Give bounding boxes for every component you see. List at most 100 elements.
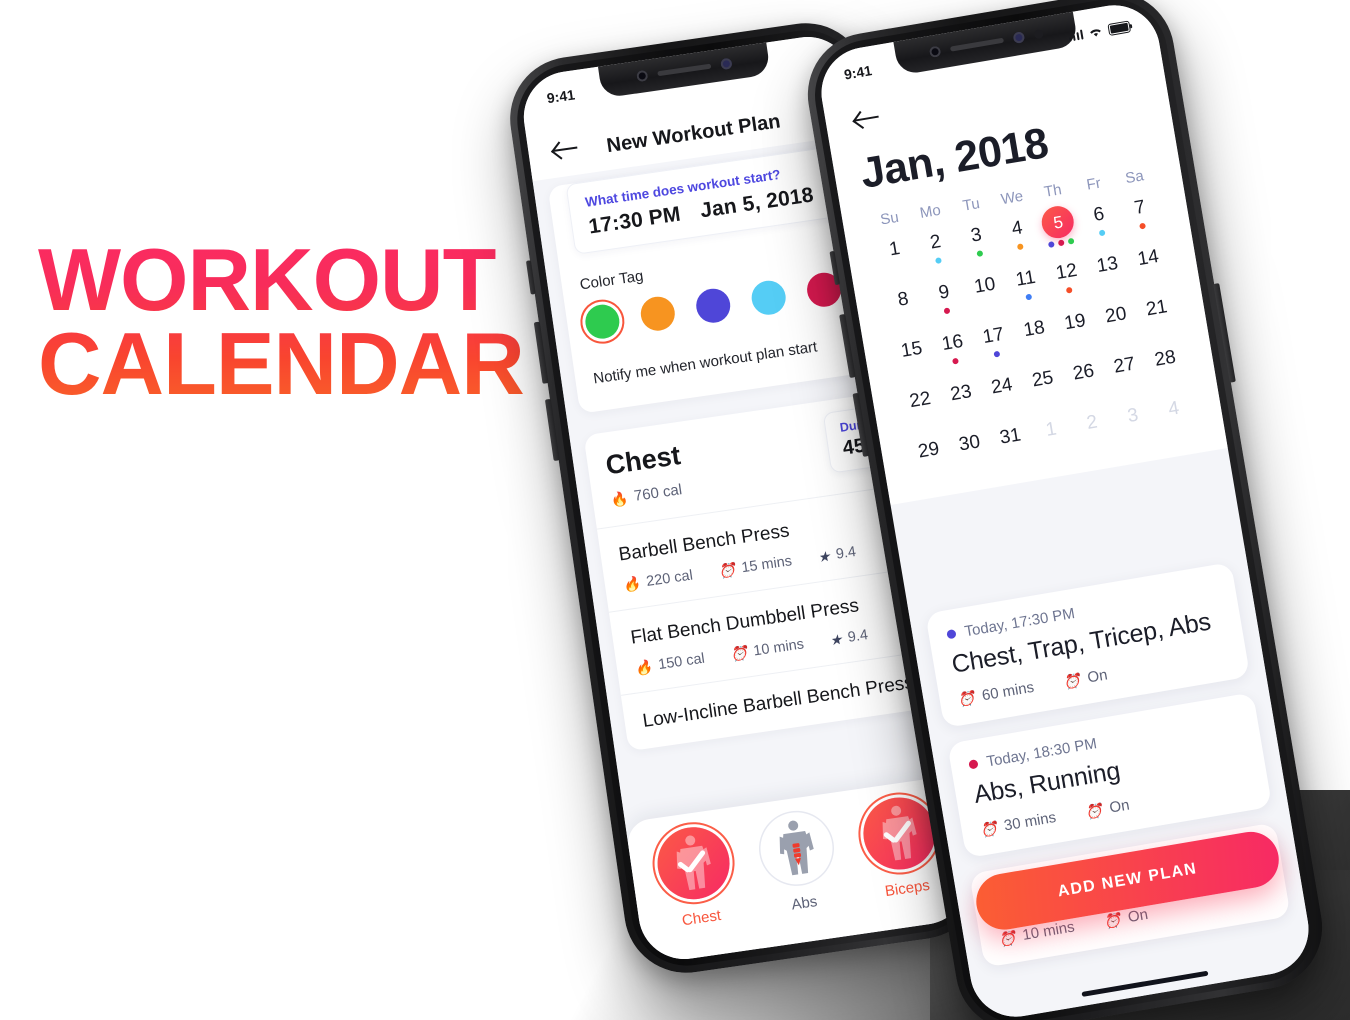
calendar-event-dot (935, 256, 942, 264)
group-name: Chest (603, 440, 683, 481)
calendar-day-number: 2 (1085, 411, 1100, 434)
day-header: Su (879, 208, 900, 229)
tab-chest[interactable]: Chest (645, 821, 751, 962)
back-arrow-icon[interactable] (548, 132, 582, 166)
back-arrow-icon[interactable] (849, 101, 884, 136)
calendar-day[interactable]: 9 (922, 277, 970, 327)
calendar-day[interactable]: 26 (1061, 357, 1109, 407)
calendar-day[interactable]: 13 (1085, 249, 1133, 299)
exercise-rating-value: 9.4 (846, 627, 870, 646)
flame-icon: 🔥 (622, 575, 642, 594)
event-alarm: ⏰ On (1084, 797, 1131, 821)
flame-icon: 🔥 (634, 658, 654, 677)
calendar-day-dots (987, 300, 988, 307)
calendar-day[interactable]: 7 (1117, 192, 1165, 242)
calendar-day-number: 15 (899, 337, 924, 362)
calendar-day[interactable]: 28 (1143, 343, 1191, 393)
calendar-grid[interactable]: 1 2 3 4 5 6 7 8 9 10 11 12 13 14 15 16 17 18 19 20 21 22 23 24 2… (872, 192, 1199, 485)
calendar-day[interactable]: 2 (1070, 407, 1118, 457)
calendar-day[interactable]: 22 (898, 384, 946, 434)
calendar-day-dots (1151, 272, 1152, 279)
calendar-day[interactable]: 24 (979, 370, 1027, 420)
calendar-day-number: 24 (989, 374, 1015, 399)
calendar-day[interactable]: 4 (1151, 393, 1199, 443)
exercise-calories-value: 220 cal (645, 567, 694, 590)
calendar-day[interactable]: 6 (1076, 199, 1124, 249)
calendar-day[interactable]: 12 (1044, 256, 1092, 306)
exercise-calories: 🔥 150 cal (634, 651, 706, 677)
calendar-day[interactable]: 3 (1110, 400, 1158, 450)
body-figure-svg (779, 820, 814, 876)
calendar-day[interactable]: 31 (988, 421, 1036, 471)
calendar-event-dot (1066, 286, 1074, 294)
calendar-day[interactable]: 30 (947, 428, 995, 478)
calendar-day[interactable]: 1 (1029, 414, 1077, 464)
calendar-day-number: 27 (1112, 353, 1137, 378)
color-swatch-orange[interactable] (638, 294, 678, 333)
calendar-day[interactable]: 16 (930, 327, 978, 377)
tab-abs[interactable]: Abs (748, 806, 854, 947)
calendar-day[interactable]: 21 (1134, 293, 1182, 343)
star-icon: ★ (828, 630, 844, 649)
calendar-day[interactable]: 25 (1020, 364, 1068, 414)
calendar-day-dots (963, 407, 964, 414)
calendar-day[interactable]: 15 (889, 334, 937, 384)
event-duration: ⏰ 30 mins (979, 809, 1058, 839)
calendar-day[interactable]: 27 (1102, 350, 1150, 400)
calendar-day-dots (1135, 430, 1136, 437)
calendar-day-dots (935, 256, 942, 264)
event-duration-value: 30 mins (1002, 808, 1058, 835)
calendar-day-today[interactable]: 5 (1036, 203, 1084, 256)
event-color-dot (946, 628, 957, 640)
exercise-rating: ★ 9.4 (828, 627, 869, 648)
color-swatch-green[interactable] (583, 302, 622, 341)
event-duration-value: 60 mins (980, 678, 1036, 705)
calendar-day[interactable]: 4 (995, 213, 1043, 263)
signal-bars-icon (1068, 29, 1084, 42)
calendar-day-dots (906, 314, 907, 321)
day-header: Mo (918, 201, 943, 222)
calendar-day-number: 20 (1103, 303, 1129, 328)
calendar-day-number: 13 (1095, 252, 1120, 278)
calendar-day-number: 6 (1091, 203, 1106, 226)
event-duration: ⏰ 60 mins (957, 679, 1036, 709)
event-alarm: ⏰ On (1062, 666, 1109, 690)
alarm-clock-icon: ⏰ (978, 819, 999, 839)
poster-stage: WORKOUT CALENDAR 9:41 New Workout Plan W… (0, 0, 1350, 1020)
status-time: 9:41 (545, 86, 576, 107)
calendar-day[interactable]: 18 (1012, 313, 1060, 363)
calendar-day-dots (1110, 279, 1111, 286)
event-alarm-value: On (1108, 796, 1131, 817)
event-list[interactable]: Today, 17:30 PM Chest, Trap, Tricep, Abs… (907, 545, 1316, 1020)
calendar-day-dots (1176, 423, 1177, 430)
color-swatch-indigo[interactable] (693, 286, 733, 325)
calendar-day-dots (931, 465, 932, 472)
calendar-day[interactable]: 10 (962, 270, 1010, 320)
calendar-day-number: 8 (896, 288, 911, 311)
calendar-day-number: 9 (937, 281, 951, 304)
calendar-event-dot (1058, 238, 1066, 246)
calendar-day-number: 1 (1044, 418, 1059, 441)
calendar-day[interactable]: 23 (939, 377, 987, 427)
calendar-day[interactable]: 2 (913, 227, 961, 277)
color-swatch-cyan[interactable] (749, 278, 788, 317)
status-icons (1067, 20, 1132, 42)
calendar-day[interactable]: 17 (971, 320, 1019, 370)
calendar-day[interactable]: 1 (872, 233, 920, 283)
calendar-day[interactable]: 3 (954, 220, 1002, 270)
calendar-day-number: 7 (1132, 196, 1147, 220)
calendar-day[interactable]: 14 (1126, 242, 1174, 292)
calendar-day[interactable]: 29 (906, 435, 954, 485)
calendar-day[interactable]: 11 (1003, 263, 1051, 313)
day-header: Tu (961, 195, 981, 215)
notify-label[interactable]: Notify me when workout plan start (592, 330, 878, 387)
calendar-day-number: 3 (1125, 404, 1140, 428)
calendar-day[interactable]: 19 (1053, 306, 1101, 356)
calendar-day-number: 16 (940, 330, 965, 356)
calendar-event-dot (975, 249, 983, 257)
calendar-day-number: 26 (1071, 360, 1096, 385)
day-header: Fr (1085, 174, 1103, 194)
calendar-day[interactable]: 8 (881, 284, 929, 334)
calendar-day[interactable]: 20 (1093, 299, 1141, 349)
workout-time: 17:30 PM (587, 202, 683, 239)
